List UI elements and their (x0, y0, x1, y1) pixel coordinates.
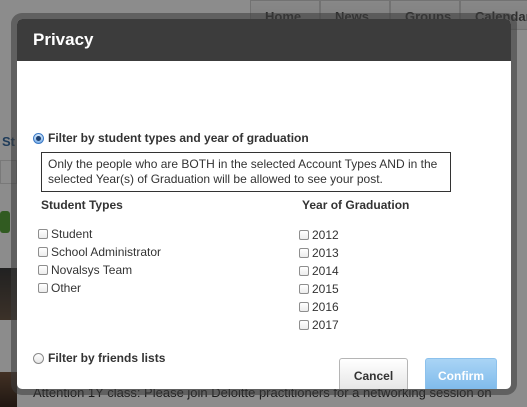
checkbox-year-2016[interactable]: 2016 (299, 300, 339, 314)
checkbox-year-2017[interactable]: 2017 (299, 318, 339, 332)
checkbox-year-2015[interactable]: 2015 (299, 282, 339, 296)
checkbox-label: 2012 (312, 228, 339, 242)
checkbox[interactable] (38, 283, 48, 293)
checkbox[interactable] (38, 247, 48, 257)
privacy-dialog: Privacy Filter by student types and year… (17, 19, 511, 389)
checkbox-year-2014[interactable]: 2014 (299, 264, 339, 278)
checkbox-student[interactable]: Student (38, 227, 92, 241)
checkbox-label: 2014 (312, 264, 339, 278)
checkbox-other[interactable]: Other (38, 281, 81, 295)
checkbox-label: 2013 (312, 246, 339, 260)
checkbox-label: 2016 (312, 300, 339, 314)
cancel-button[interactable]: Cancel (339, 358, 408, 389)
year-of-graduation-heading: Year of Graduation (302, 198, 410, 212)
checkbox[interactable] (299, 302, 309, 312)
dialog-title: Privacy (33, 30, 94, 49)
checkbox[interactable] (38, 229, 48, 239)
checkbox-label: 2017 (312, 318, 339, 332)
friends-lists-option[interactable]: Filter by friends lists (33, 351, 165, 365)
checkbox[interactable] (299, 266, 309, 276)
dialog-body: Filter by student types and year of grad… (17, 61, 511, 389)
dialog-header: Privacy (17, 19, 511, 61)
student-types-radio[interactable] (33, 132, 44, 144)
info-message: Only the people who are BOTH in the sele… (41, 152, 451, 192)
checkbox-label: Other (51, 281, 82, 295)
checkbox[interactable] (299, 320, 309, 330)
student-types-option-label: Filter by student types and year of grad… (48, 131, 309, 145)
checkbox-school-administrator[interactable]: School Administrator (38, 245, 161, 259)
checkbox[interactable] (38, 265, 48, 275)
checkbox[interactable] (299, 230, 309, 240)
student-types-option[interactable]: Filter by student types and year of grad… (33, 131, 309, 145)
checkbox-label: 2015 (312, 282, 339, 296)
checkbox-year-2013[interactable]: 2013 (299, 246, 339, 260)
checkbox-novalsys-team[interactable]: Novalsys Team (38, 263, 132, 277)
friends-lists-option-label: Filter by friends lists (48, 351, 166, 365)
checkbox[interactable] (299, 284, 309, 294)
student-types-heading: Student Types (41, 198, 123, 212)
checkbox-year-2012[interactable]: 2012 (299, 228, 339, 242)
friends-lists-radio[interactable] (33, 352, 44, 364)
confirm-button[interactable]: Confirm (425, 358, 497, 389)
checkbox-label: Student (51, 227, 93, 241)
checkbox[interactable] (299, 248, 309, 258)
checkbox-label: Novalsys Team (51, 263, 133, 277)
checkbox-label: School Administrator (51, 245, 162, 259)
